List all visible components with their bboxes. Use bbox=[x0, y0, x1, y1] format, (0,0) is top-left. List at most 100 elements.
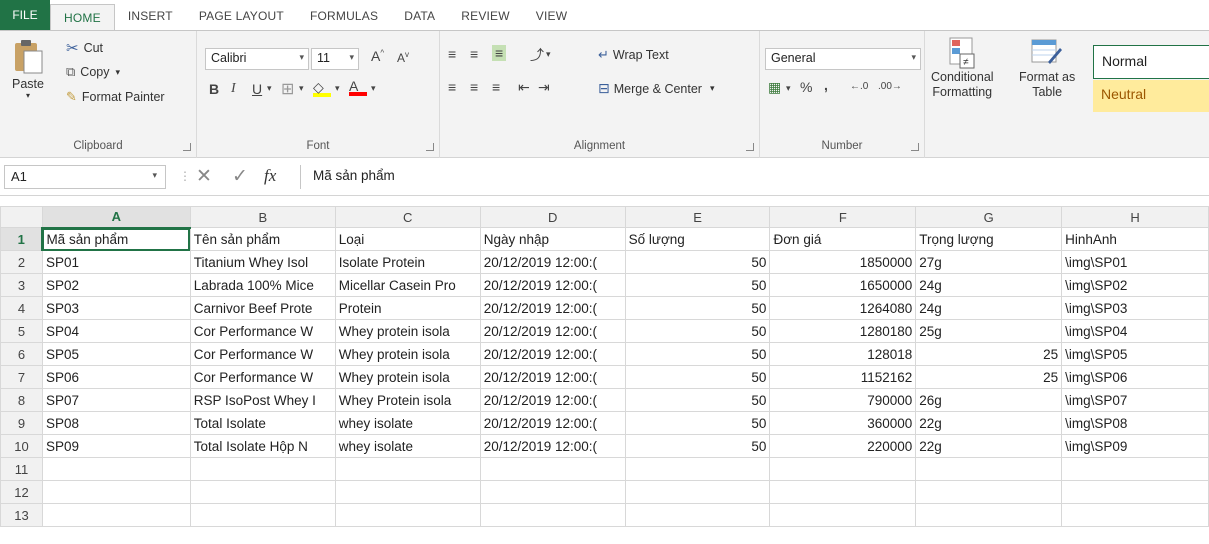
cell-a7[interactable]: SP06 bbox=[41, 365, 191, 389]
cell-e11[interactable] bbox=[624, 457, 771, 481]
cell-h5[interactable]: \img\SP04 bbox=[1061, 319, 1209, 343]
row-header-13[interactable]: 13 bbox=[0, 503, 43, 527]
format-painter-button[interactable]: ✎ Format Painter bbox=[66, 89, 165, 105]
cell-d9[interactable]: 20/12/2019 12:00:( bbox=[479, 411, 626, 435]
comma-style-button[interactable]: , bbox=[824, 77, 828, 93]
cell-e3[interactable]: 50 bbox=[624, 273, 771, 297]
cell-d3[interactable]: 20/12/2019 12:00:( bbox=[479, 273, 626, 297]
cell-b9[interactable]: Total Isolate bbox=[189, 411, 336, 435]
chevron-down-icon[interactable]: ▾ bbox=[371, 83, 376, 94]
cell-h3[interactable]: \img\SP02 bbox=[1061, 273, 1209, 297]
cell-c11[interactable] bbox=[334, 457, 481, 481]
tab-home[interactable]: HOME bbox=[50, 4, 115, 31]
cancel-icon[interactable]: ✕ bbox=[196, 165, 212, 188]
increase-decimal-icon[interactable]: ←.0 bbox=[850, 81, 868, 92]
cell-d2[interactable]: 20/12/2019 12:00:( bbox=[479, 250, 626, 274]
cell-f2[interactable]: 1850000 bbox=[769, 250, 917, 274]
tab-review[interactable]: REVIEW bbox=[448, 2, 523, 30]
row-header-11[interactable]: 11 bbox=[0, 457, 43, 481]
cell-g5[interactable]: 25g bbox=[915, 319, 1063, 343]
cell-a1[interactable]: Mã sản phẩm bbox=[41, 227, 191, 251]
cell-f10[interactable]: 220000 bbox=[769, 434, 917, 458]
cell-f1[interactable]: Đơn giá bbox=[769, 227, 917, 251]
enter-check-icon[interactable]: ✓ bbox=[232, 165, 248, 188]
cell-b11[interactable] bbox=[189, 457, 336, 481]
tab-formulas[interactable]: FORMULAS bbox=[297, 2, 391, 30]
cell-a12[interactable] bbox=[41, 480, 191, 504]
italic-button[interactable]: I bbox=[231, 81, 236, 97]
cell-b8[interactable]: RSP IsoPost Whey I bbox=[189, 388, 336, 412]
cell-a13[interactable] bbox=[41, 503, 191, 527]
align-left-icon[interactable]: ≡ bbox=[448, 79, 456, 95]
borders-icon[interactable]: ⊞ bbox=[281, 79, 294, 99]
row-header-2[interactable]: 2 bbox=[0, 250, 43, 274]
cell-d4[interactable]: 20/12/2019 12:00:( bbox=[479, 296, 626, 320]
dialog-launcher-icon[interactable] bbox=[426, 143, 434, 151]
font-name-select[interactable]: Calibri ▾ bbox=[205, 48, 309, 70]
style-neutral[interactable]: Neutral bbox=[1093, 80, 1209, 112]
cell-h8[interactable]: \img\SP07 bbox=[1061, 388, 1209, 412]
cell-b7[interactable]: Cor Performance W bbox=[189, 365, 336, 389]
cell-c12[interactable] bbox=[334, 480, 481, 504]
cell-a4[interactable]: SP03 bbox=[41, 296, 191, 320]
cell-e8[interactable]: 50 bbox=[624, 388, 771, 412]
accounting-format-icon[interactable]: ▦ bbox=[768, 79, 781, 96]
row-header-5[interactable]: 5 bbox=[0, 319, 43, 343]
dialog-launcher-icon[interactable] bbox=[183, 143, 191, 151]
cell-c1[interactable]: Loại bbox=[334, 227, 481, 251]
cell-f13[interactable] bbox=[769, 503, 917, 527]
decrease-indent-icon[interactable]: ⇤ bbox=[518, 79, 530, 96]
cell-a9[interactable]: SP08 bbox=[41, 411, 191, 435]
fill-color-icon[interactable]: ◇ bbox=[313, 79, 331, 97]
cell-b10[interactable]: Total Isolate Hộp N bbox=[189, 434, 336, 458]
chevron-down-icon[interactable]: ▾ bbox=[267, 83, 272, 94]
font-color-icon[interactable]: A bbox=[349, 78, 367, 96]
cell-h1[interactable]: HinhAnh bbox=[1061, 227, 1209, 251]
cell-f7[interactable]: 1152162 bbox=[769, 365, 917, 389]
cell-h7[interactable]: \img\SP06 bbox=[1061, 365, 1209, 389]
cell-d7[interactable]: 20/12/2019 12:00:( bbox=[479, 365, 626, 389]
cell-g13[interactable] bbox=[915, 503, 1063, 527]
cell-c10[interactable]: whey isolate bbox=[334, 434, 481, 458]
cell-b4[interactable]: Carnivor Beef Prote bbox=[189, 296, 336, 320]
cell-c13[interactable] bbox=[334, 503, 481, 527]
cell-c7[interactable]: Whey protein isola bbox=[334, 365, 481, 389]
decrease-decimal-icon[interactable]: .00→ bbox=[878, 81, 902, 92]
cell-a3[interactable]: SP02 bbox=[41, 273, 191, 297]
cell-d8[interactable]: 20/12/2019 12:00:( bbox=[479, 388, 626, 412]
column-header-b[interactable]: B bbox=[189, 206, 336, 228]
cell-c8[interactable]: Whey Protein isola bbox=[334, 388, 481, 412]
cell-g1[interactable]: Trọng lượng bbox=[915, 227, 1063, 251]
orientation-icon[interactable]: ⤴ bbox=[530, 45, 544, 65]
increase-indent-icon[interactable]: ⇥ bbox=[538, 79, 550, 96]
column-header-g[interactable]: G bbox=[915, 206, 1063, 228]
tab-view[interactable]: VIEW bbox=[523, 2, 580, 30]
formula-input[interactable]: Mã sản phẩm bbox=[300, 165, 1209, 189]
cell-b1[interactable]: Tên sản phẩm bbox=[189, 227, 336, 251]
cell-d6[interactable]: 20/12/2019 12:00:( bbox=[479, 342, 626, 366]
cell-f11[interactable] bbox=[769, 457, 917, 481]
number-format-select[interactable]: General ▾ bbox=[765, 48, 921, 70]
underline-button[interactable]: U bbox=[252, 81, 262, 97]
row-header-7[interactable]: 7 bbox=[0, 365, 43, 389]
cell-c2[interactable]: Isolate Protein bbox=[334, 250, 481, 274]
cell-c6[interactable]: Whey protein isola bbox=[334, 342, 481, 366]
column-header-h[interactable]: H bbox=[1061, 206, 1209, 228]
chevron-down-icon[interactable]: ▾ bbox=[786, 83, 791, 94]
cell-h13[interactable] bbox=[1061, 503, 1209, 527]
cell-c9[interactable]: whey isolate bbox=[334, 411, 481, 435]
merge-center-button[interactable]: ⊟ Merge & Center ▾ bbox=[598, 80, 715, 97]
cell-e10[interactable]: 50 bbox=[624, 434, 771, 458]
row-header-10[interactable]: 10 bbox=[0, 434, 43, 458]
bold-button[interactable]: B bbox=[209, 81, 219, 97]
tab-page-layout[interactable]: PAGE LAYOUT bbox=[186, 2, 297, 30]
conditional-formatting-button[interactable]: ≠ Conditional Formatting bbox=[931, 36, 994, 100]
cell-h2[interactable]: \img\SP01 bbox=[1061, 250, 1209, 274]
decrease-font-size-icon[interactable]: Av bbox=[397, 50, 409, 65]
align-right-icon[interactable]: ≡ bbox=[492, 79, 500, 95]
cell-d12[interactable] bbox=[479, 480, 626, 504]
cut-button[interactable]: ✂ Cut bbox=[66, 39, 103, 57]
cell-a6[interactable]: SP05 bbox=[41, 342, 191, 366]
cell-g4[interactable]: 24g bbox=[915, 296, 1063, 320]
column-header-c[interactable]: C bbox=[334, 206, 481, 228]
